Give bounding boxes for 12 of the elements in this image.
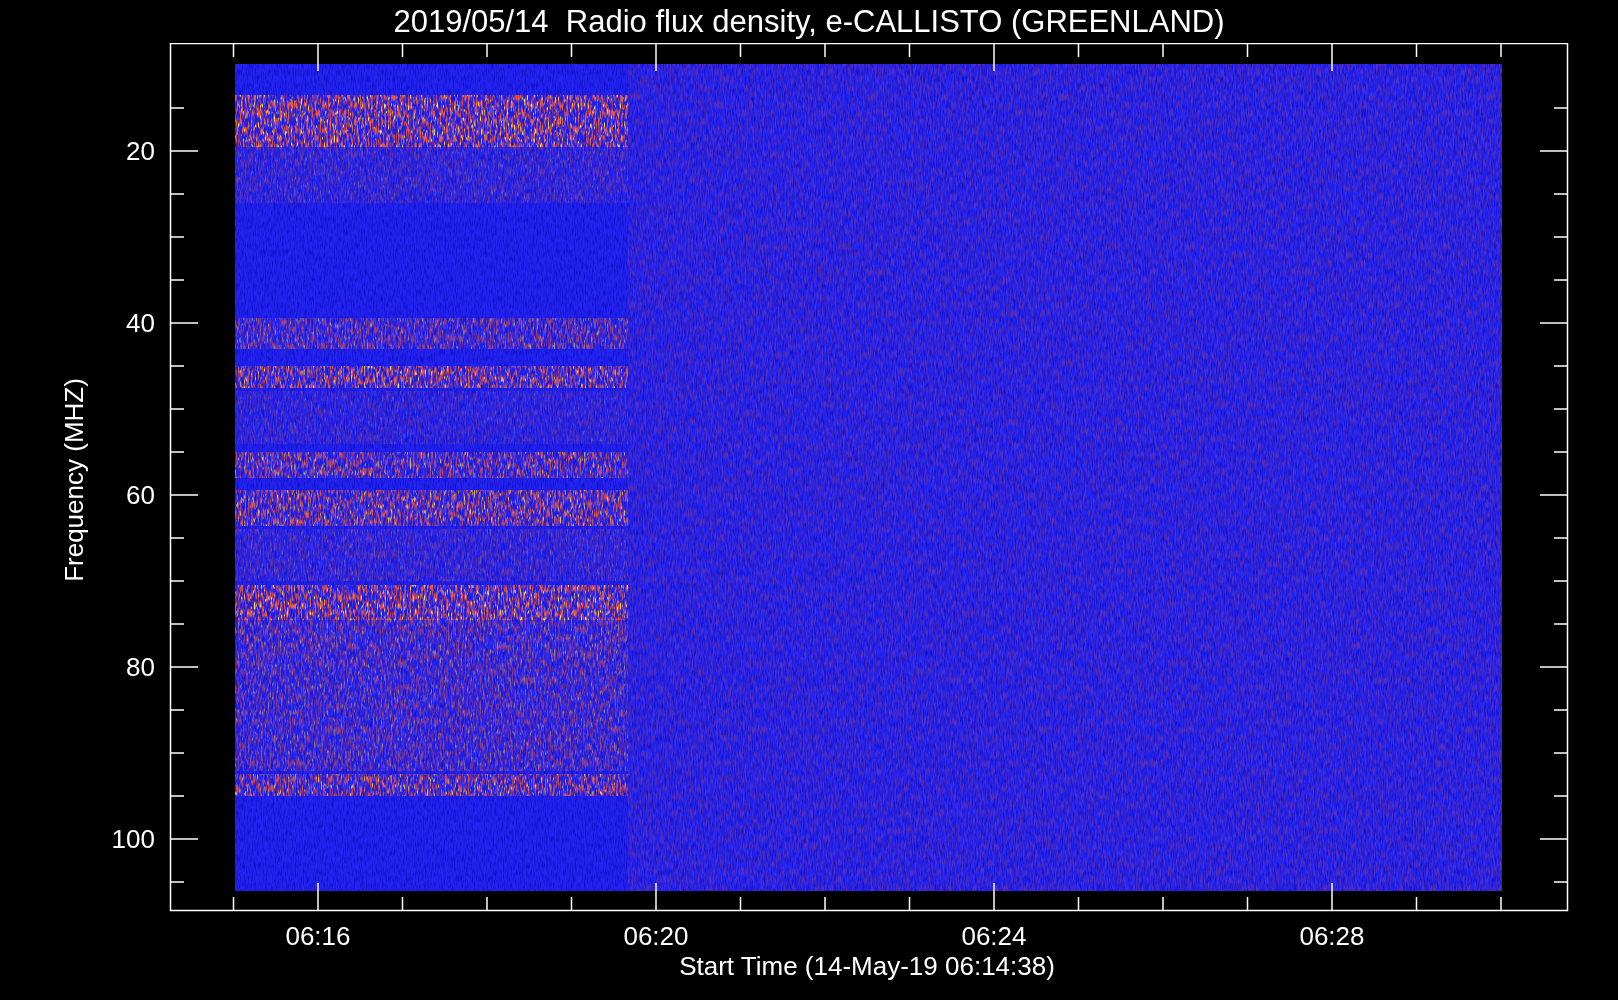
tick-label: 06:24 <box>961 921 1027 951</box>
tick-label: 06:16 <box>285 921 351 951</box>
axis-title: Start Time (14-May-19 06:14:38) <box>679 951 1055 981</box>
tick-label: 06:20 <box>623 921 689 951</box>
axis-title: Frequency (MHZ) <box>59 378 89 582</box>
tick-label: 80 <box>126 652 155 682</box>
plot-title: 2019/05/14 Radio flux density, e-CALLISTO (GREENLAND) <box>393 3 1225 40</box>
tick-label: 100 <box>111 824 155 854</box>
tick-label: 40 <box>126 308 155 338</box>
tick-label: 60 <box>126 480 155 510</box>
tick-label: 20 <box>126 136 155 166</box>
tick-label: 06:28 <box>1299 921 1365 951</box>
